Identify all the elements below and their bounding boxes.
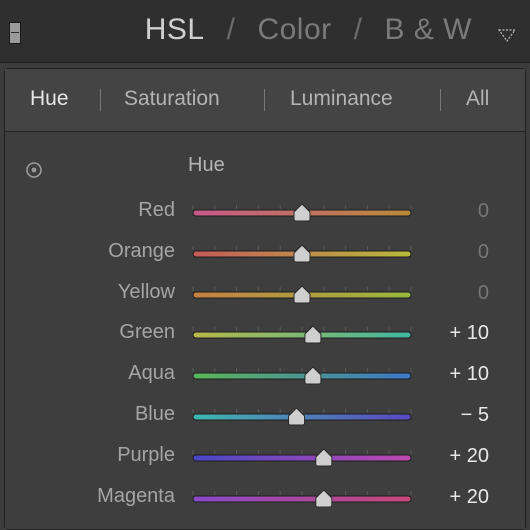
tab-divider (264, 89, 265, 111)
header-tab-color[interactable]: Color (257, 13, 331, 47)
slider-handle[interactable] (293, 284, 311, 304)
slider-value-purple[interactable]: + 20 (450, 445, 489, 468)
slider-value-yellow[interactable]: 0 (478, 282, 489, 305)
slider-handle[interactable] (304, 325, 322, 344)
slider-green[interactable] (185, 323, 415, 353)
slider-orange[interactable] (185, 242, 415, 272)
panel-title: HSL / Color / B & W (145, 13, 472, 47)
hue-sliders-section: Hue Red 0 Orange 0 Yellow 0 Green + 10 Aqua + 10 B… (5, 132, 525, 529)
slider-handle[interactable] (304, 366, 322, 385)
panel-header[interactable]: HSL / Color / B & W (0, 0, 530, 63)
hsl-panel: Hue Saturation Luminance All Hue Red 0 Ora… (4, 68, 526, 530)
header-tab-bw[interactable]: B & W (384, 13, 472, 47)
slider-value-blue[interactable]: − 5 (461, 404, 489, 427)
hsl-tab-bar: Hue Saturation Luminance All (5, 69, 525, 132)
tab-luminance[interactable]: Luminance (290, 87, 393, 111)
slider-blue[interactable] (185, 405, 415, 435)
slider-track[interactable] (192, 495, 412, 503)
slider-track[interactable] (192, 454, 412, 462)
slider-handle[interactable] (293, 203, 311, 222)
slider-label-green: Green (119, 321, 175, 344)
slider-yellow[interactable] (185, 283, 415, 313)
header-separator: / (353, 13, 363, 46)
slider-purple[interactable] (185, 446, 415, 476)
slider-label-aqua: Aqua (128, 362, 175, 385)
tab-all[interactable]: All (466, 87, 489, 111)
tab-divider (100, 89, 101, 111)
slider-label-blue: Blue (134, 403, 175, 425)
slider-label-yellow: Yellow (117, 280, 175, 303)
slider-label-red: Red (138, 199, 175, 221)
slider-value-red[interactable]: 0 (478, 200, 489, 223)
panel-collapse-triangle-icon[interactable] (498, 28, 516, 42)
slider-label-purple: Purple (117, 443, 175, 466)
tab-hue[interactable]: Hue (30, 87, 69, 111)
slider-label-magenta: Magenta (97, 484, 175, 507)
tab-saturation[interactable]: Saturation (124, 87, 220, 111)
slider-aqua[interactable] (185, 364, 415, 394)
slider-value-green[interactable]: + 10 (450, 322, 489, 345)
slider-magenta[interactable] (185, 487, 415, 517)
panel-toggle-switch[interactable] (9, 22, 21, 44)
slider-value-magenta[interactable]: + 20 (450, 486, 489, 509)
header-tab-hsl[interactable]: HSL (145, 13, 205, 47)
slider-track[interactable] (192, 331, 412, 339)
slider-red[interactable] (185, 201, 415, 231)
slider-label-orange: Orange (108, 239, 175, 262)
slider-handle[interactable] (315, 488, 333, 508)
slider-value-aqua[interactable]: + 10 (450, 363, 489, 386)
slider-value-orange[interactable]: 0 (478, 241, 489, 264)
slider-handle[interactable] (315, 448, 333, 467)
tab-divider (440, 89, 441, 111)
slider-track[interactable] (192, 372, 412, 380)
slider-handle[interactable] (293, 244, 311, 263)
header-separator: / (226, 13, 236, 46)
section-label-hue: Hue (188, 154, 225, 176)
target-adjust-icon[interactable] (25, 161, 43, 179)
